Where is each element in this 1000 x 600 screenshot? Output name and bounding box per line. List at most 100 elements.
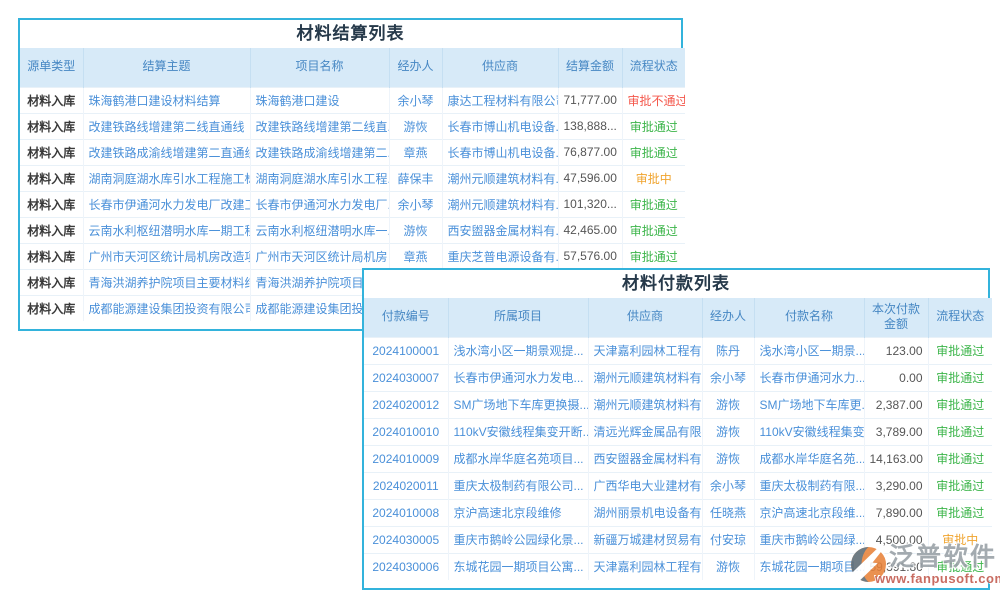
cell-handler[interactable]: 任晓燕 — [702, 499, 754, 526]
cell-pay_no[interactable]: 2024030007 — [364, 364, 448, 391]
cell-amount: 42,465.00 — [558, 217, 622, 243]
cell-subject[interactable]: 珠海鹤港口建设材料结算 — [83, 87, 250, 113]
cell-pay_no[interactable]: 2024030005 — [364, 526, 448, 553]
cell-pay_name[interactable]: 重庆太极制药有限... — [754, 472, 864, 499]
column-header-status: 流程状态 — [928, 298, 992, 337]
cell-project[interactable]: 湖南洞庭湖水库引水工程... — [250, 165, 389, 191]
cell-project[interactable]: 改建铁路成渝线增建第二... — [250, 139, 389, 165]
cell-handler[interactable]: 余小琴 — [389, 191, 442, 217]
cell-handler[interactable]: 余小琴 — [702, 472, 754, 499]
cell-handler[interactable]: 游恢 — [702, 391, 754, 418]
table-row: 2024010008京沪高速北京段维修湖州丽景机电设备有限...任晓燕京沪高速北… — [364, 499, 992, 526]
cell-handler[interactable]: 陈丹 — [702, 337, 754, 364]
cell-pay_name[interactable]: 成都水岸华庭名苑... — [754, 445, 864, 472]
cell-pay_no[interactable]: 2024020012 — [364, 391, 448, 418]
cell-pay_no[interactable]: 2024010009 — [364, 445, 448, 472]
cell-pay_name[interactable]: 京沪高速北京段维... — [754, 499, 864, 526]
cell-project[interactable]: SM广场地下车库更换摄... — [448, 391, 588, 418]
cell-supplier[interactable]: 康达工程材料有限公司 — [442, 87, 558, 113]
cell-handler[interactable]: 薛保丰 — [389, 165, 442, 191]
cell-supplier[interactable]: 潮州元顺建筑材料有... — [442, 165, 558, 191]
cell-supplier[interactable]: 新疆万城建材贸易有限... — [588, 526, 702, 553]
cell-amount: 57,576.00 — [558, 243, 622, 269]
table-row: 2024010010110kV安徽线程集变开断...清远光辉金属品有限公司游恢1… — [364, 418, 992, 445]
cell-handler[interactable]: 游恢 — [389, 217, 442, 243]
cell-supplier[interactable]: 天津嘉利园林工程有限... — [588, 553, 702, 580]
cell-supplier[interactable]: 重庆芝普电源设备有... — [442, 243, 558, 269]
cell-pay_name[interactable]: SM广场地下车库更... — [754, 391, 864, 418]
cell-project[interactable]: 云南水利枢纽潜明水库一... — [250, 217, 389, 243]
cell-handler[interactable]: 付安琼 — [702, 526, 754, 553]
cell-supplier[interactable]: 清远光辉金属品有限公司 — [588, 418, 702, 445]
cell-pay_no[interactable]: 2024010010 — [364, 418, 448, 445]
cell-supplier[interactable]: 天津嘉利园林工程有限... — [588, 337, 702, 364]
cell-subject[interactable]: 成都能源建设集团投资有限公司临... — [83, 295, 250, 321]
cell-source_type: 材料入库 — [20, 243, 83, 269]
cell-amount: 14,163.00 — [864, 445, 928, 472]
cell-pay_no[interactable]: 2024030006 — [364, 553, 448, 580]
table-row: 材料入库长春市伊通河水力发电厂改建工程...长春市伊通河水力发电厂...余小琴潮… — [20, 191, 685, 217]
cell-handler[interactable]: 余小琴 — [389, 87, 442, 113]
cell-amount: 76,877.00 — [558, 139, 622, 165]
cell-project[interactable]: 长春市伊通河水力发电厂... — [250, 191, 389, 217]
cell-supplier[interactable]: 湖州丽景机电设备有限... — [588, 499, 702, 526]
cell-supplier[interactable]: 长春市博山机电设备... — [442, 113, 558, 139]
cell-project[interactable]: 东城花园一期项目公寓... — [448, 553, 588, 580]
cell-subject[interactable]: 长春市伊通河水力发电厂改建工程... — [83, 191, 250, 217]
cell-pay_no[interactable]: 2024010008 — [364, 499, 448, 526]
cell-pay_no[interactable]: 2024020011 — [364, 472, 448, 499]
cell-handler[interactable]: 游恢 — [702, 418, 754, 445]
cell-handler[interactable]: 游恢 — [702, 445, 754, 472]
cell-source_type: 材料入库 — [20, 295, 83, 321]
cell-pay_name[interactable]: 浅水湾小区一期景... — [754, 337, 864, 364]
cell-supplier[interactable]: 广西华电大业建材有限... — [588, 472, 702, 499]
cell-supplier[interactable]: 潮州元顺建筑材料有限... — [588, 364, 702, 391]
cell-supplier[interactable]: 西安盥器金属材料有... — [442, 217, 558, 243]
cell-project[interactable]: 京沪高速北京段维修 — [448, 499, 588, 526]
cell-project[interactable]: 长春市伊通河水力发电... — [448, 364, 588, 391]
cell-amount: 7,890.00 — [864, 499, 928, 526]
cell-handler[interactable]: 章燕 — [389, 139, 442, 165]
cell-status: 审批通过 — [928, 337, 992, 364]
cell-supplier[interactable]: 西安盥器金属材料有限... — [588, 445, 702, 472]
cell-amount: 123.00 — [864, 337, 928, 364]
cell-handler[interactable]: 游恢 — [702, 553, 754, 580]
cell-amount: 3,789.00 — [864, 418, 928, 445]
cell-handler[interactable]: 游恢 — [389, 113, 442, 139]
cell-subject[interactable]: 青海洪湖养护院项目主要材料结算 — [83, 269, 250, 295]
cell-status: 审批通过 — [622, 217, 685, 243]
cell-status: 审批通过 — [622, 191, 685, 217]
cell-project[interactable]: 珠海鹤港口建设 — [250, 87, 389, 113]
cell-pay_name[interactable]: 东城花园一期项目... — [754, 553, 864, 580]
cell-subject[interactable]: 改建铁路线增建第二线直通线（成... — [83, 113, 250, 139]
cell-project[interactable]: 浅水湾小区一期景观提... — [448, 337, 588, 364]
cell-project[interactable]: 广州市天河区统计局机房 — [250, 243, 389, 269]
cell-supplier[interactable]: 长春市博山机电设备... — [442, 139, 558, 165]
cell-status: 审批不通过 — [622, 87, 685, 113]
cell-subject[interactable]: 湖南洞庭湖水库引水工程施工标材... — [83, 165, 250, 191]
payment-table-header: 付款编号所属项目供应商经办人付款名称本次付款金额流程状态 — [364, 298, 992, 337]
table-row: 2024020012SM广场地下车库更换摄...潮州元顺建筑材料有限...游恢S… — [364, 391, 992, 418]
cell-subject[interactable]: 广州市天河区统计局机房改造项目... — [83, 243, 250, 269]
cell-subject[interactable]: 改建铁路成渝线增建第二直通线（... — [83, 139, 250, 165]
cell-status: 审批通过 — [928, 445, 992, 472]
cell-subject[interactable]: 云南水利枢纽潜明水库一期工程施... — [83, 217, 250, 243]
cell-source_type: 材料入库 — [20, 139, 83, 165]
cell-handler[interactable]: 章燕 — [389, 243, 442, 269]
cell-supplier[interactable]: 潮州元顺建筑材料有... — [442, 191, 558, 217]
cell-status: 审批中 — [622, 165, 685, 191]
cell-pay_no[interactable]: 2024100001 — [364, 337, 448, 364]
cell-project[interactable]: 成都水岸华庭名苑项目... — [448, 445, 588, 472]
cell-project[interactable]: 110kV安徽线程集变开断... — [448, 418, 588, 445]
cell-pay_name[interactable]: 重庆市鹅岭公园绿... — [754, 526, 864, 553]
column-header-pay_no: 付款编号 — [364, 298, 448, 337]
cell-project[interactable]: 重庆市鹅岭公园绿化景... — [448, 526, 588, 553]
column-header-source_type: 源单类型 — [20, 48, 83, 87]
cell-project[interactable]: 重庆太极制药有限公司... — [448, 472, 588, 499]
cell-pay_name[interactable]: 长春市伊通河水力... — [754, 364, 864, 391]
cell-amount: 2,387.00 — [864, 391, 928, 418]
cell-pay_name[interactable]: 110kV安徽线程集变... — [754, 418, 864, 445]
cell-handler[interactable]: 余小琴 — [702, 364, 754, 391]
cell-project[interactable]: 改建铁路线增建第二线直... — [250, 113, 389, 139]
cell-supplier[interactable]: 潮州元顺建筑材料有限... — [588, 391, 702, 418]
